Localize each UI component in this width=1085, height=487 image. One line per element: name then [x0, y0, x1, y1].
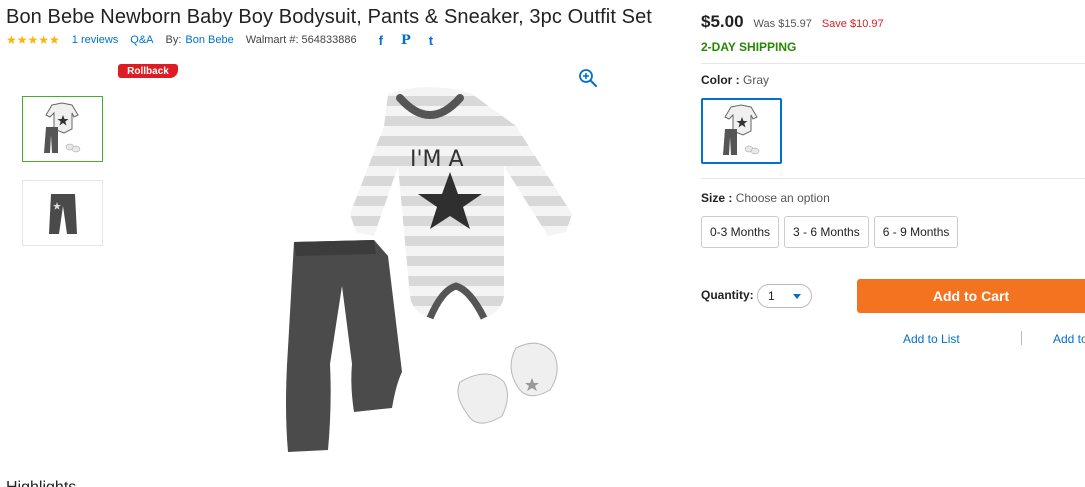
price-row: $5.00 Was $15.97 Save $10.97	[701, 12, 884, 32]
save-amount: Save $10.97	[821, 18, 884, 30]
color-label-text: Color :	[701, 73, 740, 87]
product-title: Bon Bebe Newborn Baby Boy Bodysuit, Pant…	[6, 6, 652, 28]
reviews-link[interactable]: 1 reviews	[72, 34, 118, 46]
pinterest-icon[interactable]: P	[401, 33, 411, 48]
thumbnail-pants[interactable]	[22, 180, 103, 246]
add-to-cart-button[interactable]: Add to Cart	[857, 279, 1085, 313]
add-to-list-link[interactable]: Add to List	[903, 332, 960, 346]
outfit-thumbnail-image	[43, 102, 80, 153]
chevron-down-icon	[793, 293, 801, 299]
size-option-6-9-months[interactable]: 6 - 9 Months	[873, 216, 959, 248]
color-swatch-gray[interactable]	[701, 98, 782, 164]
highlights-heading: Highlights	[6, 479, 76, 487]
divider	[701, 63, 1085, 64]
color-value: Gray	[743, 73, 770, 87]
facebook-icon[interactable]: f	[379, 33, 383, 48]
swatch-image	[722, 104, 759, 155]
by-label: By:	[165, 34, 182, 46]
current-price: $5.00	[701, 12, 744, 31]
brand-link[interactable]: Bon Bebe	[185, 34, 233, 46]
product-meta: ★★★★★ 1 reviews Q&A By: Bon Bebe Walmart…	[6, 33, 433, 48]
quantity-label: Quantity:	[701, 288, 754, 302]
qa-link[interactable]: Q&A	[130, 34, 153, 46]
color-label: Color : Gray	[701, 73, 769, 87]
shipping-badge: 2-DAY SHIPPING	[701, 40, 797, 54]
rating-stars[interactable]: ★★★★★	[6, 33, 60, 47]
walmart-number: Walmart #: 564833886	[245, 34, 357, 46]
zoom-in-icon[interactable]	[578, 68, 598, 88]
divider	[701, 178, 1085, 179]
twitter-icon[interactable]: t	[429, 33, 433, 48]
was-price: Was $15.97	[753, 18, 812, 30]
size-label: Size : Choose an option	[701, 191, 830, 205]
link-separator	[1021, 331, 1022, 345]
add-to-registry-link[interactable]: Add to Registry	[1053, 332, 1085, 346]
bodysuit-print: I'M A	[410, 147, 464, 172]
size-option-3-6-months[interactable]: 3 - 6 Months	[784, 216, 869, 248]
size-label-text: Size :	[701, 191, 733, 205]
quantity-select[interactable]: 1	[757, 284, 812, 308]
rollback-badge: Rollback	[118, 64, 178, 78]
social-share: f P t	[379, 33, 433, 48]
thumbnail-outfit[interactable]	[22, 96, 103, 162]
pants-thumbnail-image	[48, 194, 77, 234]
size-value: Choose an option	[735, 191, 830, 205]
product-hero-image[interactable]: I'M A	[270, 86, 590, 466]
size-option-0-3-months[interactable]: 0-3 Months	[701, 216, 780, 248]
quantity-value: 1	[768, 289, 775, 303]
size-options: 0-3 Months 3 - 6 Months 6 - 9 Months	[701, 216, 959, 248]
